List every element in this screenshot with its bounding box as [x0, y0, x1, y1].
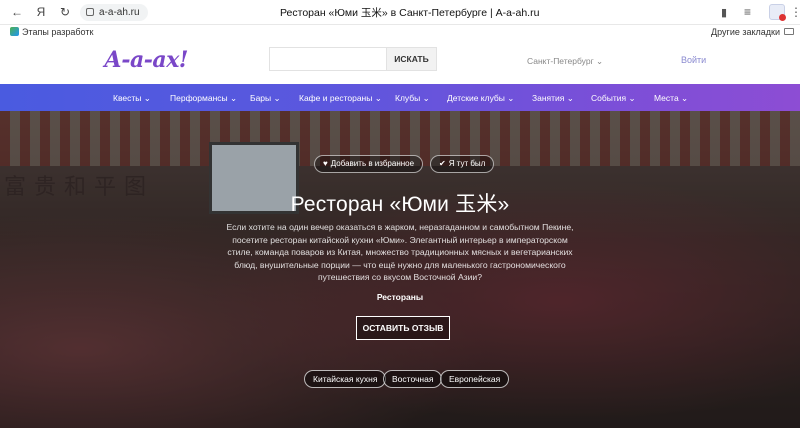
category-link[interactable]: Рестораны	[0, 292, 800, 302]
visited-button[interactable]: ✔ Я тут был	[430, 155, 495, 173]
bookmarks-bar: Этапы разработк Другие закладки	[0, 25, 800, 38]
main-nav: Квесты ⌄ Перформансы ⌄ Бары ⌄ Кафе и рес…	[0, 84, 800, 111]
nav-item-bars[interactable]: Бары ⌄	[250, 93, 281, 104]
tag-chinese-cuisine[interactable]: Китайская кухня	[304, 370, 387, 388]
add-favorite-label: Добавить в избранное	[330, 159, 415, 168]
site-logo[interactable]: А-а-ах!	[104, 47, 188, 73]
nav-item-performances[interactable]: Перформансы ⌄	[170, 93, 237, 104]
menu-icon[interactable]: ≡	[744, 5, 751, 19]
tag-european[interactable]: Европейская	[440, 370, 510, 388]
tag-oriental[interactable]: Восточная	[383, 370, 443, 388]
browser-page-title: Ресторан «Юми 玉米» в Санкт-Петербурге | A…	[280, 7, 540, 19]
hero-description: Если хотите на один вечер оказаться в жа…	[226, 222, 574, 282]
visited-label: Я тут был	[448, 159, 486, 168]
check-icon: ✔	[439, 159, 446, 168]
folder-icon	[784, 28, 794, 35]
hero-banner: 富贵和平图 ♥ Добавить в избранное ✔ Я тут был Р…	[0, 111, 800, 428]
reload-icon[interactable]: ↻	[58, 5, 72, 19]
nav-item-places[interactable]: Места ⌄	[654, 93, 688, 104]
url-text: a-a-ah.ru	[99, 6, 140, 18]
city-selector[interactable]: Санкт-Петербург ⌄	[527, 56, 603, 67]
page-title: Ресторан «Юми 玉米»	[290, 193, 510, 216]
heart-icon: ♥	[323, 159, 328, 168]
other-bookmarks[interactable]: Другие закладки	[711, 25, 794, 38]
add-favorite-button[interactable]: ♥ Добавить в избранное	[314, 155, 424, 173]
leave-review-button[interactable]: ОСТАВИТЬ ОТЗЫВ	[356, 316, 450, 340]
address-bar[interactable]: a-a-ah.ru	[80, 3, 148, 21]
hero-content: ♥ Добавить в избранное ✔ Я тут был Рестора…	[0, 111, 800, 428]
bookmark-item[interactable]: Этапы разработк	[10, 25, 93, 38]
search-button[interactable]: ИСКАТЬ	[387, 47, 437, 71]
nav-item-clubs[interactable]: Клубы ⌄	[395, 93, 430, 104]
nav-item-kids-clubs[interactable]: Детские клубы ⌄	[447, 93, 514, 104]
search-input[interactable]	[269, 47, 387, 71]
login-link[interactable]: Войти	[681, 55, 706, 65]
extension-icon[interactable]	[769, 4, 786, 21]
nav-item-cafes[interactable]: Кафе и рестораны ⌄	[299, 93, 382, 104]
bookmark-icon[interactable]: ▮	[721, 6, 727, 19]
lock-icon	[86, 8, 94, 16]
site-header: А-а-ах! ИСКАТЬ Санкт-Петербург ⌄ Войти	[0, 38, 800, 84]
favicon-icon	[10, 27, 19, 36]
bookmark-label: Этапы разработк	[22, 26, 94, 37]
nav-item-events[interactable]: События ⌄	[591, 93, 636, 104]
nav-item-classes[interactable]: Занятия ⌄	[532, 93, 574, 104]
more-icon[interactable]: ⋮	[790, 5, 800, 19]
nav-item-quests[interactable]: Квесты ⌄	[113, 93, 151, 104]
yandex-icon[interactable]: Я	[34, 5, 48, 19]
other-bookmarks-label: Другие закладки	[711, 26, 780, 37]
back-icon[interactable]: ←	[10, 5, 24, 19]
